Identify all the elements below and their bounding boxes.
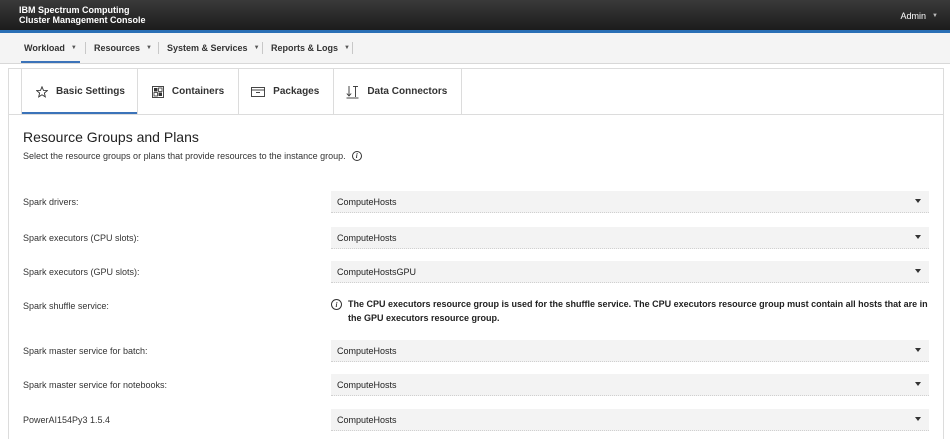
info-icon[interactable]: i — [351, 151, 362, 161]
spark-executors-gpu-label: Spark executors (GPU slots): — [23, 267, 140, 277]
data-connectors-icon — [346, 85, 359, 98]
chevron-down-icon: ▼ — [344, 45, 350, 51]
nav-item-reports-logs[interactable]: Reports & Logs ▼ — [271, 33, 350, 63]
select-value: ComputeHosts — [337, 379, 397, 390]
tab-divider — [9, 114, 943, 115]
dropdown-arrow-icon — [915, 235, 921, 239]
spark-executors-gpu-select[interactable]: ComputeHostsGPU — [331, 261, 929, 283]
content-panel: Basic Settings Containers Packages Data … — [8, 68, 944, 439]
user-menu[interactable]: Admin ▼ — [901, 11, 938, 21]
chevron-down-icon: ▼ — [932, 13, 938, 19]
nav-item-label: System & Services — [167, 43, 248, 53]
nav-item-workload[interactable]: Workload ▼ — [21, 33, 80, 63]
nav-divider — [158, 42, 159, 54]
tab-label: Basic Settings — [56, 86, 125, 97]
nav-divider — [85, 42, 86, 54]
spark-master-batch-select[interactable]: ComputeHosts — [331, 340, 929, 362]
info-icon: i — [331, 299, 342, 310]
dropdown-arrow-icon — [915, 382, 921, 386]
powerai-label: PowerAI154Py3 1.5.4 — [23, 415, 111, 425]
user-name: Admin — [900, 11, 927, 21]
spark-drivers-label: Spark drivers: — [23, 197, 79, 207]
spark-drivers-select[interactable]: ComputeHosts — [331, 191, 929, 213]
shuffle-service-note-text: The CPU executors resource group is used… — [348, 299, 928, 323]
section-description-text: Select the resource groups or plans that… — [23, 151, 346, 161]
chevron-down-icon: ▼ — [70, 45, 77, 51]
select-value: ComputeHostsGPU — [337, 266, 417, 277]
tab-data-connectors[interactable]: Data Connectors — [334, 69, 463, 114]
dropdown-arrow-icon — [915, 269, 921, 273]
package-icon — [251, 86, 266, 97]
chevron-down-icon: ▼ — [146, 45, 152, 51]
app-title-line1: IBM Spectrum Computing — [19, 5, 130, 15]
dropdown-arrow-icon — [915, 348, 921, 352]
select-value: ComputeHosts — [337, 345, 397, 356]
spark-executors-cpu-label: Spark executors (CPU slots): — [23, 233, 140, 243]
dropdown-arrow-icon — [915, 417, 921, 421]
section-description: Select the resource groups or plans that… — [23, 151, 362, 161]
tab-label: Packages — [273, 86, 320, 97]
app-brand: IBM Spectrum Computing Cluster Managemen… — [19, 5, 146, 25]
nav-divider — [262, 42, 263, 54]
dropdown-arrow-icon — [915, 199, 921, 203]
spark-executors-cpu-select[interactable]: ComputeHosts — [331, 227, 929, 249]
section-title: Resource Groups and Plans — [23, 129, 199, 145]
powerai-select[interactable]: ComputeHosts — [331, 409, 929, 431]
nav-divider — [352, 42, 353, 54]
spark-shuffle-service-label: Spark shuffle service: — [23, 301, 109, 311]
nav-item-label: Resources — [94, 43, 141, 53]
nav-item-label: Reports & Logs — [271, 43, 339, 53]
select-value: ComputeHosts — [337, 232, 397, 243]
containers-icon — [151, 85, 164, 98]
select-value: ComputeHosts — [337, 196, 397, 207]
tab-bar: Basic Settings Containers Packages Data … — [21, 69, 463, 114]
select-value: ComputeHosts — [337, 414, 397, 425]
spark-master-notebooks-label: Spark master service for notebooks: — [23, 380, 168, 390]
main-nav: Workload ▼ Resources ▼ System & Services… — [0, 33, 950, 64]
spark-master-batch-label: Spark master service for batch: — [23, 346, 148, 356]
tab-label: Containers — [171, 86, 225, 97]
nav-item-resources[interactable]: Resources ▼ — [94, 33, 152, 63]
tab-label: Data Connectors — [367, 86, 448, 97]
nav-item-system-services[interactable]: System & Services ▼ — [167, 33, 260, 63]
app-title-line2: Cluster Management Console — [19, 15, 146, 25]
shuffle-service-note: i The CPU executors resource group is us… — [331, 297, 941, 325]
tab-basic-settings[interactable]: Basic Settings — [22, 69, 138, 114]
chevron-down-icon: ▼ — [253, 45, 260, 51]
nav-item-label: Workload — [24, 43, 65, 53]
spark-master-notebooks-select[interactable]: ComputeHosts — [331, 374, 929, 396]
tab-containers[interactable]: Containers — [138, 69, 240, 114]
star-icon — [36, 85, 48, 98]
top-banner: IBM Spectrum Computing Cluster Managemen… — [0, 0, 950, 30]
tab-packages[interactable]: Packages — [239, 69, 335, 114]
